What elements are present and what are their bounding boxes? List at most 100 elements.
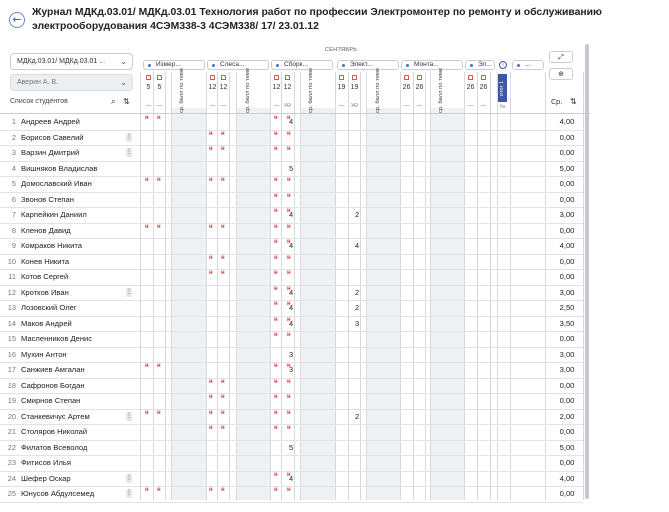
table-row[interactable]: 1 Андреев Андрей н н н н 4 4,00 (0, 114, 669, 130)
topic-group-7[interactable]: ... (512, 60, 544, 70)
table-row[interactable]: 6 Звонов Степан н н 0,00 (0, 192, 669, 208)
student-menu-button[interactable]: ⋮ (126, 148, 132, 157)
table-row[interactable]: 12 Кротков Иван ⋮ н н 4 2 3,00 (0, 285, 669, 301)
absence-mark[interactable]: н (221, 131, 225, 137)
absence-mark[interactable]: н (287, 425, 291, 431)
grade-cell[interactable]: 4 (285, 241, 297, 250)
student-name[interactable]: Столяров Николай (21, 427, 87, 436)
absence-mark[interactable]: н (274, 472, 278, 478)
subject-select[interactable]: МДКд.03.01/ МДКд.03.01 ... ⌄ (10, 53, 133, 70)
student-name[interactable]: Вишняков Владислав (21, 164, 97, 173)
absence-mark[interactable]: н (287, 394, 291, 400)
table-row[interactable]: 22 Филатов Всеволод 5 5,00 (0, 440, 669, 456)
grade-cell[interactable]: 4 (285, 303, 297, 312)
absence-mark[interactable]: н (145, 115, 149, 121)
table-row[interactable]: 4 Вишняков Владислав 5 5,00 (0, 161, 669, 177)
student-name[interactable]: Станкевичус Артем (21, 412, 90, 421)
student-name[interactable]: Филатов Всеволод (21, 443, 87, 452)
table-row[interactable]: 8 Кленов Давид н н н н н н 0,00 (0, 223, 669, 239)
absence-mark[interactable]: н (209, 177, 213, 183)
student-menu-button[interactable]: ⋮ (126, 489, 132, 498)
absence-mark[interactable]: н (209, 425, 213, 431)
absence-mark[interactable]: н (221, 177, 225, 183)
average-column-header[interactable]: Ср. (551, 98, 563, 106)
expand-icon[interactable]: ⤢ (549, 51, 573, 63)
grade-cell[interactable]: 4 (351, 241, 363, 250)
absence-mark[interactable]: н (209, 394, 213, 400)
absence-mark[interactable]: н (221, 146, 225, 152)
absence-mark[interactable]: н (274, 487, 278, 493)
absence-mark[interactable]: н (145, 410, 149, 416)
absence-mark[interactable]: н (145, 487, 149, 493)
table-row[interactable]: 5 Домославский Иван н н н н н н 0,00 (0, 176, 669, 192)
date-header[interactable]: 12 (207, 84, 218, 91)
absence-mark[interactable]: н (221, 270, 225, 276)
grade-cell[interactable]: 4 (285, 288, 297, 297)
absence-mark[interactable]: н (274, 301, 278, 307)
absence-mark[interactable]: н (287, 146, 291, 152)
absence-mark[interactable]: н (274, 239, 278, 245)
grade-cell[interactable]: 5 (285, 443, 297, 452)
absence-mark[interactable]: н (157, 410, 161, 416)
grade-cell[interactable]: 4 (285, 474, 297, 483)
absence-mark[interactable]: н (274, 379, 278, 385)
grade-cell[interactable]: 5 (285, 164, 297, 173)
student-name[interactable]: Комраков Никита (21, 241, 82, 250)
absence-mark[interactable]: н (287, 379, 291, 385)
absence-mark[interactable]: н (209, 410, 213, 416)
absence-mark[interactable]: н (157, 224, 161, 230)
table-row[interactable]: 24 Шефер Оскар ⋮ н н 4 4,00 (0, 471, 669, 487)
absence-mark[interactable]: н (221, 379, 225, 385)
grade-cell[interactable]: 4 (285, 319, 297, 328)
date-header[interactable]: 19 (336, 84, 347, 91)
table-row[interactable]: 13 Лозовский Олег н н 4 2 2,50 (0, 300, 669, 316)
absence-mark[interactable]: н (287, 177, 291, 183)
student-name[interactable]: Кротков Иван (21, 288, 69, 297)
student-name[interactable]: Фитисов Илья (21, 458, 71, 467)
absence-mark[interactable]: н (287, 193, 291, 199)
student-menu-button[interactable]: ⋮ (126, 411, 132, 421)
absence-mark[interactable]: н (274, 410, 278, 416)
absence-mark[interactable]: н (145, 224, 149, 230)
student-menu-button[interactable]: ⋮ (126, 132, 132, 142)
table-row[interactable]: 15 Масленников Денис н н 0,00 (0, 331, 669, 347)
student-name[interactable]: Санжиев Амгалан (21, 365, 85, 374)
table-row[interactable]: 21 Столяров Николай н н н н 0,00 (0, 424, 669, 440)
absence-mark[interactable]: н (209, 131, 213, 137)
teacher-select[interactable]: Аверин А. В. ⌄ (10, 74, 133, 91)
student-name[interactable]: Лозовский Олег (21, 303, 77, 312)
student-name[interactable]: Сафронов Богдан (21, 381, 85, 390)
date-header[interactable]: 5 (143, 84, 154, 91)
student-name[interactable]: Борисов Савелий (21, 133, 84, 142)
absence-mark[interactable]: н (221, 224, 225, 230)
student-name[interactable]: Мухин Антон (21, 350, 67, 359)
student-name[interactable]: Кленов Давид (21, 226, 71, 235)
absence-mark[interactable]: н (274, 425, 278, 431)
date-header[interactable]: 19 (349, 84, 360, 91)
grade-cell[interactable]: 2 (351, 210, 363, 219)
topic-group-5[interactable]: Монта... (401, 60, 463, 70)
grade-cell[interactable]: 4 (285, 210, 297, 219)
table-row[interactable]: 2 Борисов Савелий ⋮ н н н н 0,00 (0, 130, 669, 146)
student-menu-button[interactable]: ⋮ (126, 473, 132, 483)
date-header[interactable]: 26 (401, 84, 412, 91)
student-name[interactable]: Варзин Дмитрий (21, 148, 79, 157)
absence-mark[interactable]: н (274, 286, 278, 292)
absence-mark[interactable]: н (274, 131, 278, 137)
absence-mark[interactable]: н (274, 270, 278, 276)
absence-mark[interactable]: н (287, 131, 291, 137)
absence-mark[interactable]: н (209, 224, 213, 230)
topic-group-6[interactable]: Эл... (465, 60, 495, 70)
absence-mark[interactable]: н (209, 146, 213, 152)
absence-mark[interactable]: н (221, 487, 225, 493)
table-row[interactable]: 3 Варзин Дмитрий ⋮ н н н н 0,00 (0, 145, 669, 161)
table-row[interactable]: 16 Мухин Антон 3 3,00 (0, 347, 669, 363)
table-row[interactable]: 14 Маков Андрей н н 4 3 3,50 (0, 316, 669, 332)
absence-mark[interactable]: н (209, 255, 213, 261)
absence-mark[interactable]: н (274, 208, 278, 214)
absence-mark[interactable]: н (287, 255, 291, 261)
absence-mark[interactable]: н (287, 332, 291, 338)
absence-mark[interactable]: н (145, 363, 149, 369)
absence-mark[interactable]: н (157, 115, 161, 121)
topic-group-3[interactable]: Сборк... (271, 60, 333, 70)
